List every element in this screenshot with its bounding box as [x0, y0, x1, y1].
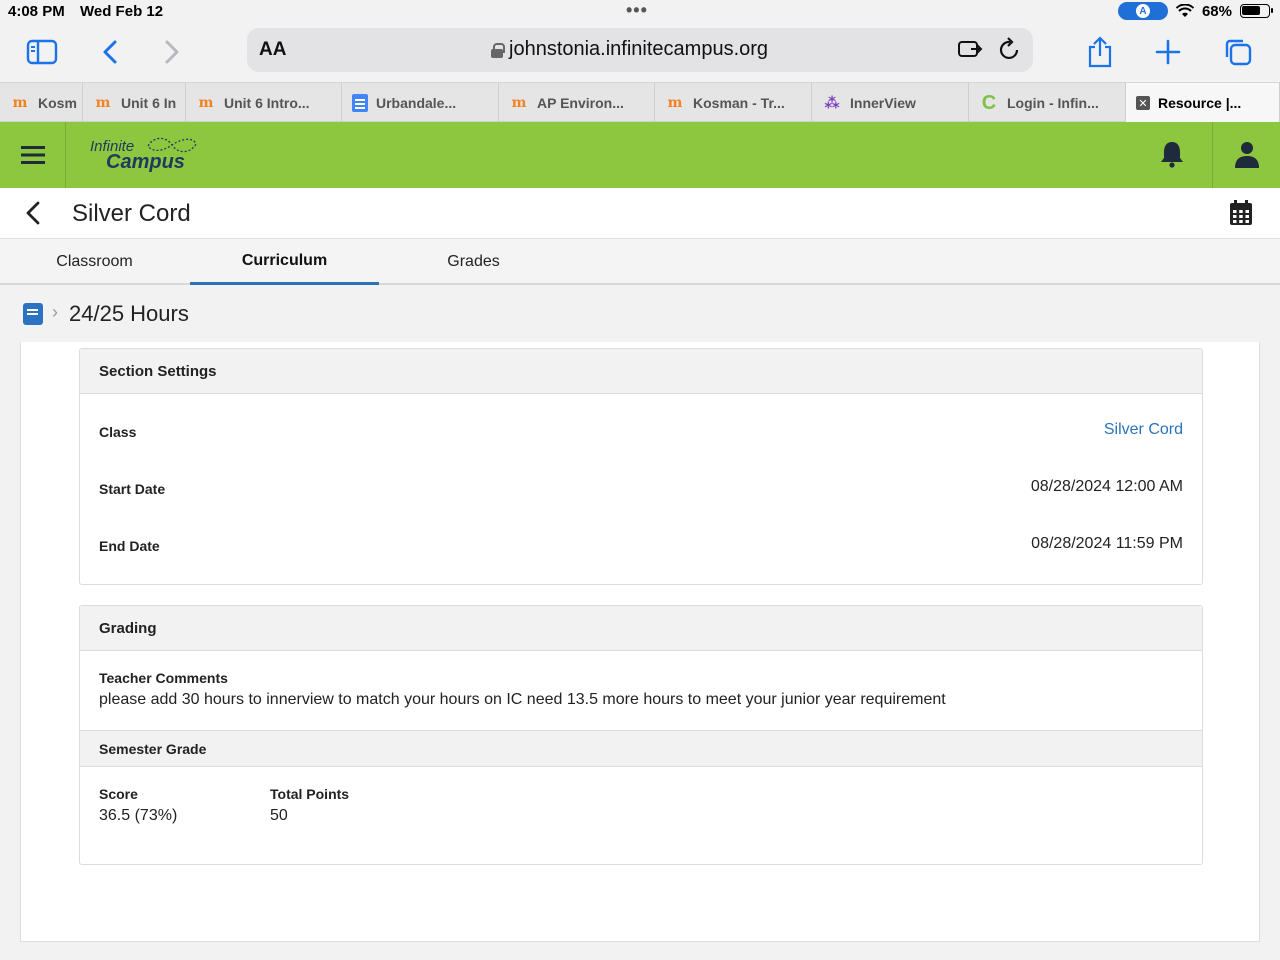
browser-tab[interactable]: m Kosman - Tr... — [655, 83, 812, 123]
teacher-comments: Teacher Comments please add 30 hours to … — [80, 651, 1202, 730]
back-icon[interactable] — [90, 32, 130, 72]
browser-tab[interactable]: C Login - Infin... — [969, 83, 1126, 123]
browser-tab[interactable]: m Unit 6 In — [83, 83, 186, 123]
multitask-dots-icon[interactable]: ••• — [626, 0, 648, 21]
calendar-button[interactable] — [1229, 200, 1253, 231]
location-pill-icon: A — [1117, 2, 1168, 20]
share-icon[interactable] — [1080, 32, 1120, 72]
menu-button[interactable] — [0, 122, 66, 188]
lock-icon — [491, 42, 505, 58]
status-time: 4:08 PM — [8, 3, 65, 20]
settings-row-start-date: Start Date 08/28/2024 12:00 AM — [80, 461, 1202, 518]
google-docs-favicon-icon — [352, 94, 368, 112]
chevron-left-icon — [26, 201, 40, 225]
battery-percent: 68% — [1201, 2, 1232, 20]
person-icon — [1234, 142, 1259, 168]
moodle-favicon-icon: m — [95, 95, 111, 111]
moodle-favicon-icon: m — [12, 95, 28, 111]
forward-icon[interactable] — [152, 32, 192, 72]
url-display[interactable]: johnstonia.infinitecampus.org — [491, 38, 768, 61]
moodle-favicon-icon: m — [198, 95, 214, 111]
section-settings-card: Section Settings Class Silver Cord Start… — [79, 348, 1203, 585]
moodle-favicon-icon: m — [511, 95, 527, 111]
tab-classroom[interactable]: Classroom — [0, 239, 189, 285]
end-date-label: End Date — [99, 538, 160, 554]
start-date-value: 08/28/2024 12:00 AM — [1030, 478, 1183, 495]
section-tabs: Classroom Curriculum Grades — [0, 239, 1280, 285]
section-settings-heading: Section Settings — [80, 349, 1202, 394]
settings-row-end-date: End Date 08/28/2024 11:59 PM — [80, 518, 1202, 575]
close-tab-icon[interactable]: ✕ — [1136, 96, 1150, 110]
grading-card: Grading Teacher Comments please add 30 h… — [79, 605, 1203, 865]
breadcrumb-current: 24/25 Hours — [69, 301, 189, 326]
page-title-bar: Silver Cord — [0, 188, 1280, 239]
sidebar-toggle-icon[interactable] — [22, 32, 62, 72]
reader-aa-button[interactable]: AA — [259, 39, 286, 61]
start-date-label: Start Date — [99, 481, 166, 497]
moodle-favicon-icon: m — [667, 95, 683, 111]
semester-grade-heading: Semester Grade — [80, 730, 1202, 767]
tab-overview-icon[interactable] — [1218, 32, 1258, 72]
reload-icon[interactable] — [999, 37, 1021, 66]
back-button[interactable] — [22, 200, 44, 231]
total-points-value: 50 — [270, 807, 288, 824]
status-date: Wed Feb 12 — [80, 3, 164, 20]
book-icon[interactable] — [23, 303, 43, 325]
tab-curriculum[interactable]: Curriculum — [190, 239, 379, 285]
browser-toolbar: AA johnstonia.infinitecampus.org — [0, 24, 1280, 82]
user-account-button[interactable] — [1212, 122, 1280, 188]
battery-icon — [1240, 4, 1273, 18]
infinite-campus-logo[interactable]: Infinite Campus — [88, 132, 208, 178]
breadcrumb: › 24/25 Hours — [0, 286, 1280, 342]
campus-favicon-icon: C — [981, 91, 997, 114]
chevron-right-icon: › — [52, 302, 58, 322]
settings-row-class: Class Silver Cord — [80, 404, 1202, 461]
class-label: Class — [99, 424, 137, 440]
browser-tab[interactable]: Urbandale... — [342, 83, 499, 123]
bell-icon — [1161, 142, 1183, 168]
total-points-label: Total Points — [270, 786, 350, 802]
innerview-favicon-icon: ⁂ — [824, 95, 840, 112]
status-bar: 4:08 PM Wed Feb 12 ••• A 68% — [0, 0, 1280, 24]
browser-tab[interactable]: ⁂ InnerView — [812, 83, 969, 123]
calendar-icon — [1230, 200, 1252, 225]
hamburger-icon — [20, 146, 45, 164]
new-tab-icon[interactable] — [1148, 32, 1188, 72]
extension-icon[interactable] — [957, 38, 983, 65]
page-title: Silver Cord — [72, 200, 191, 227]
browser-tab-strip: m Kosm m Unit 6 In m Unit 6 Intro... Urband… — [0, 82, 1280, 123]
teacher-comments-text: please add 30 hours to innerview to matc… — [99, 691, 946, 708]
main-content: Section Settings Class Silver Cord Start… — [20, 342, 1260, 942]
tab-grades[interactable]: Grades — [379, 239, 568, 285]
total-points-field: Total Points 50 — [270, 786, 349, 825]
wifi-icon — [1175, 4, 1194, 17]
browser-tab[interactable]: m Kosm — [0, 83, 83, 123]
url-text: johnstonia.infinitecampus.org — [509, 38, 769, 60]
browser-tab-active[interactable]: ✕ Resource |... — [1126, 83, 1280, 123]
browser-tab[interactable]: m AP Environ... — [499, 83, 655, 123]
score-label: Score — [99, 786, 138, 802]
grading-heading: Grading — [80, 606, 1202, 651]
notifications-button[interactable] — [1160, 140, 1200, 170]
infinity-icon — [147, 137, 197, 153]
address-bar[interactable]: AA johnstonia.infinitecampus.org — [247, 28, 1033, 72]
teacher-comments-label: Teacher Comments — [99, 670, 228, 686]
app-header: Infinite Campus — [0, 122, 1280, 188]
score-value: 36.5 (73%) — [99, 807, 178, 824]
score-field: Score 36.5 (73%) — [99, 786, 177, 825]
browser-tab[interactable]: m Unit 6 Intro... — [186, 83, 342, 123]
class-link[interactable]: Silver Cord — [1104, 421, 1183, 439]
end-date-value: 08/28/2024 11:59 PM — [1031, 535, 1183, 552]
semester-grade-fields: Score 36.5 (73%) Total Points 50 — [80, 767, 1202, 857]
